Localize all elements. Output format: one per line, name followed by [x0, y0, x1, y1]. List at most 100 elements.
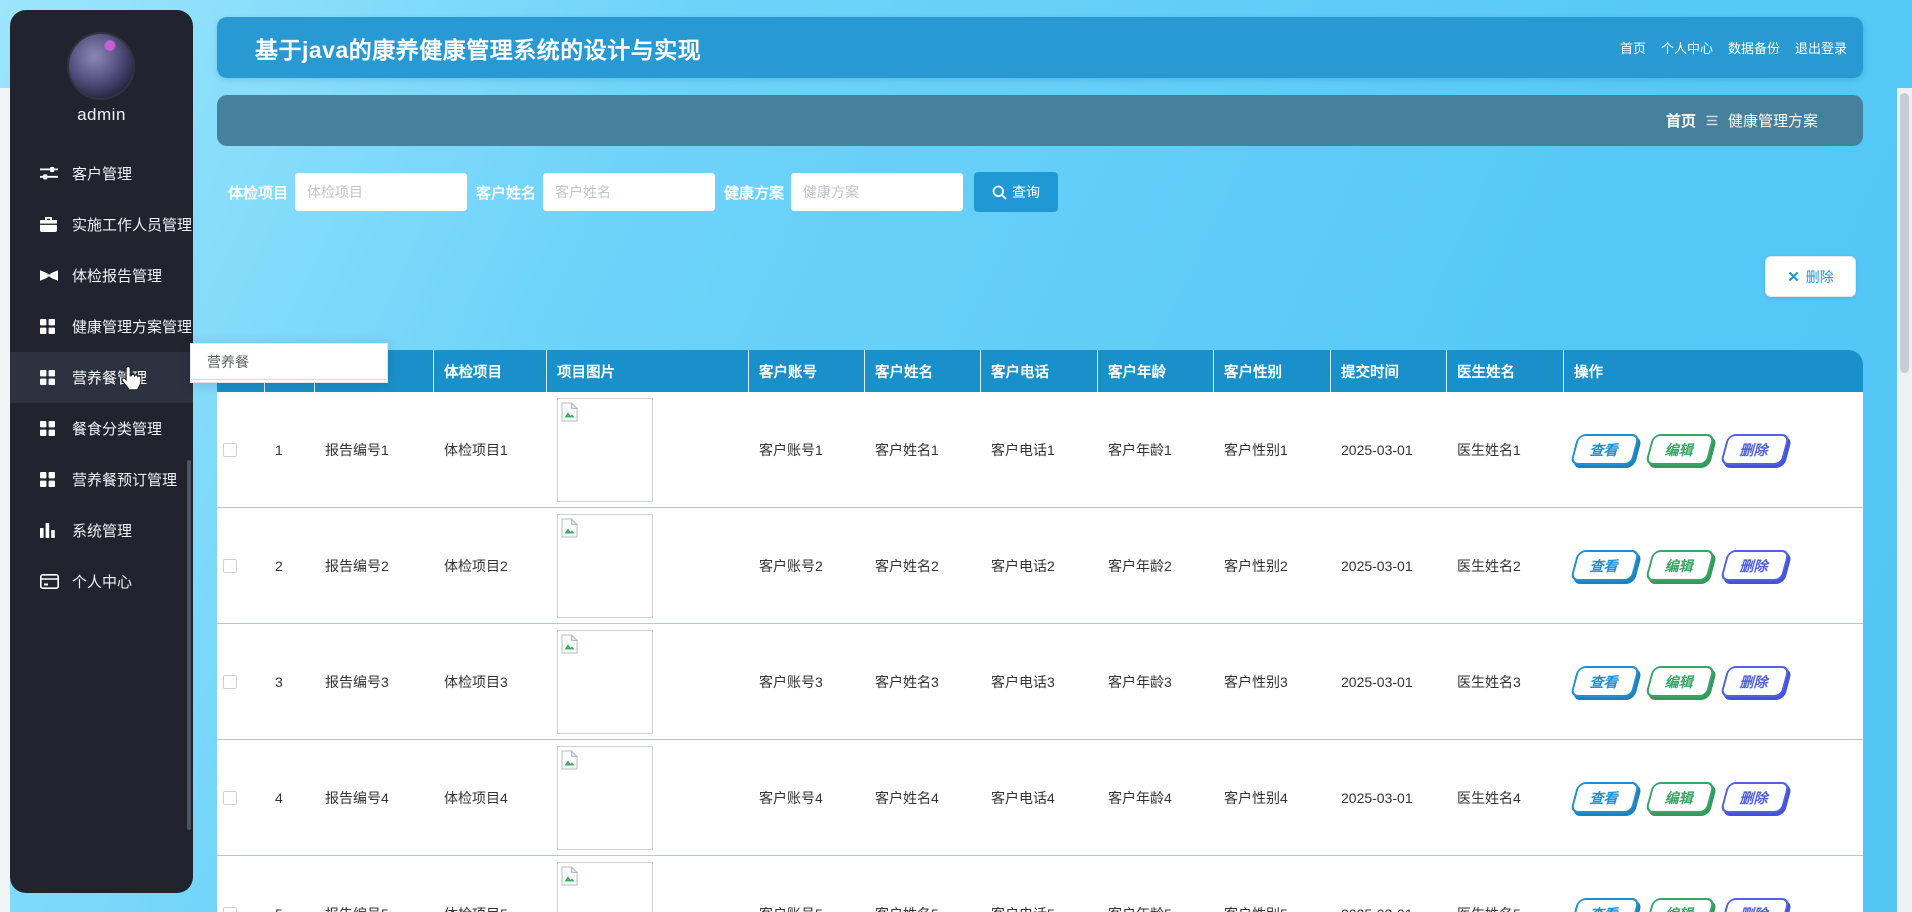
cell-gender: 客户性别5 [1214, 856, 1331, 912]
top-nav-home[interactable]: 首页 [1620, 38, 1646, 57]
sidebar-item-health-plan-mgmt[interactable]: 健康管理方案管理 [10, 301, 193, 352]
sidebar-item-label: 个人中心 [72, 571, 132, 592]
table-row: 5报告编号5体检项目5 客户账号5客户姓名5客户电话5客户年龄5客户性别5202… [217, 856, 1863, 912]
edit-button[interactable]: 编辑 [1645, 550, 1715, 581]
edit-button[interactable]: 编辑 [1645, 666, 1715, 697]
table-header-row: 体检项目项目图片客户账号客户姓名客户电话客户年龄客户性别提交时间医生姓名操作 [217, 350, 1863, 392]
table-row: 3报告编号3体检项目3 客户账号3客户姓名3客户电话3客户年龄3客户性别3202… [217, 624, 1863, 740]
sidebar-item-label: 营养餐预订管理 [72, 469, 177, 490]
cell-phone: 客户电话4 [981, 740, 1098, 855]
column-header: 项目图片 [547, 350, 749, 392]
query-button[interactable]: 查询 [974, 172, 1058, 212]
search-field-customer-name: 客户姓名 [476, 173, 715, 211]
row-select-cell [217, 624, 265, 739]
column-header: 客户姓名 [865, 350, 981, 392]
breadcrumb-home[interactable]: 首页 [1666, 110, 1696, 131]
sidebar-item-meal-category-mgmt[interactable]: 餐食分类管理 [10, 403, 193, 454]
sidebar-username: admin [10, 105, 193, 125]
delete-row-button[interactable]: 删除 [1720, 550, 1790, 581]
cell-phone: 客户电话1 [981, 392, 1098, 507]
project-image-cell [547, 624, 749, 739]
delete-row-button[interactable]: 删除 [1720, 898, 1790, 912]
breadcrumb: 首页 健康管理方案 [217, 95, 1863, 146]
column-header: 客户账号 [749, 350, 865, 392]
row-actions: 查看编辑删除 [1574, 550, 1786, 581]
table-row: 1报告编号1体检项目1 客户账号1客户姓名1客户电话1客户年龄1客户性别1202… [217, 392, 1863, 508]
grid-icon [40, 370, 59, 385]
edit-button[interactable]: 编辑 [1645, 782, 1715, 813]
cell-report_no: 报告编号3 [315, 624, 434, 739]
project-image-cell [547, 392, 749, 507]
project-image-cell [547, 508, 749, 623]
top-nav-logout[interactable]: 退出登录 [1795, 38, 1847, 57]
header-bar: 基于java的康养健康管理系统的设计与实现 首页 个人中心 数据备份 退出登录 [217, 17, 1863, 78]
sidebar-item-system-mgmt[interactable]: 系统管理 [10, 505, 193, 556]
submenu-item-nutrition-meal[interactable]: 营养餐 [191, 344, 387, 380]
cell-index: 3 [265, 624, 315, 739]
edit-button[interactable]: 编辑 [1645, 898, 1715, 912]
row-checkbox[interactable] [223, 791, 237, 805]
sidebar-item-staff-mgmt[interactable]: 实施工作人员管理 [10, 199, 193, 250]
actions-cell: 查看编辑删除 [1564, 740, 1863, 855]
broken-image-icon [561, 402, 579, 422]
column-header: 操作 [1564, 350, 1863, 392]
breadcrumb-current: 健康管理方案 [1728, 110, 1818, 131]
cell-gender: 客户性别4 [1214, 740, 1331, 855]
sidebar-item-exam-report-mgmt[interactable]: 体检报告管理 [10, 250, 193, 301]
top-nav-personal-center[interactable]: 个人中心 [1661, 38, 1713, 57]
view-button[interactable]: 查看 [1570, 782, 1640, 813]
cell-doctor: 医生姓名3 [1447, 624, 1564, 739]
sidebar-item-personal-center[interactable]: 个人中心 [10, 556, 193, 607]
cell-name: 客户姓名1 [865, 392, 981, 507]
cell-name: 客户姓名3 [865, 624, 981, 739]
view-button[interactable]: 查看 [1570, 550, 1640, 581]
cell-doctor: 医生姓名4 [1447, 740, 1564, 855]
actions-cell: 查看编辑删除 [1564, 508, 1863, 623]
page-scrollbar[interactable] [1897, 88, 1912, 912]
row-checkbox[interactable] [223, 559, 237, 573]
delete-row-button[interactable]: 删除 [1720, 782, 1790, 813]
delete-row-button[interactable]: 删除 [1720, 666, 1790, 697]
search-label: 客户姓名 [476, 182, 536, 203]
bar-chart-icon [40, 523, 59, 538]
view-button[interactable]: 查看 [1570, 434, 1640, 465]
sidebar-scrollbar-thumb[interactable] [187, 460, 191, 830]
edit-button[interactable]: 编辑 [1645, 434, 1715, 465]
row-checkbox[interactable] [223, 675, 237, 689]
image-placeholder [557, 862, 653, 912]
row-checkbox[interactable] [223, 907, 237, 912]
view-button[interactable]: 查看 [1570, 666, 1640, 697]
sidebar-item-meal-booking-mgmt[interactable]: 营养餐预订管理 [10, 454, 193, 505]
actions-cell: 查看编辑删除 [1564, 624, 1863, 739]
report-icon [40, 269, 59, 282]
row-checkbox[interactable] [223, 443, 237, 457]
left-edge-strip [0, 88, 10, 912]
sidebar-item-nutrition-meal-mgmt[interactable]: 营养餐管理 [10, 352, 193, 403]
briefcase-icon [40, 217, 59, 232]
row-actions: 查看编辑删除 [1574, 898, 1786, 912]
delete-button[interactable]: ✕ 删除 [1765, 256, 1856, 297]
cell-age: 客户年龄5 [1098, 856, 1214, 912]
row-actions: 查看编辑删除 [1574, 782, 1786, 813]
image-placeholder [557, 514, 653, 618]
customer-name-input[interactable] [543, 173, 715, 211]
cell-account: 客户账号5 [749, 856, 865, 912]
health-plan-input[interactable] [791, 173, 963, 211]
page-scrollbar-thumb[interactable] [1900, 93, 1909, 373]
view-button[interactable]: 查看 [1570, 898, 1640, 912]
sidebar-item-label: 营养餐管理 [72, 367, 147, 388]
table-row: 4报告编号4体检项目4 客户账号4客户姓名4客户电话4客户年龄4客户性别4202… [217, 740, 1863, 856]
cell-exam_item: 体检项目1 [434, 392, 547, 507]
delete-row-button[interactable]: 删除 [1720, 434, 1790, 465]
broken-image-icon [561, 866, 579, 886]
exam-item-input[interactable] [295, 173, 467, 211]
cell-exam_item: 体检项目4 [434, 740, 547, 855]
actions-cell: 查看编辑删除 [1564, 392, 1863, 507]
query-button-label: 查询 [1012, 182, 1040, 202]
cell-age: 客户年龄4 [1098, 740, 1214, 855]
row-actions: 查看编辑删除 [1574, 666, 1786, 697]
search-label: 体检项目 [228, 182, 288, 203]
row-select-cell [217, 740, 265, 855]
top-nav-data-backup[interactable]: 数据备份 [1728, 38, 1780, 57]
sidebar-item-customer-mgmt[interactable]: 客户管理 [10, 148, 193, 199]
